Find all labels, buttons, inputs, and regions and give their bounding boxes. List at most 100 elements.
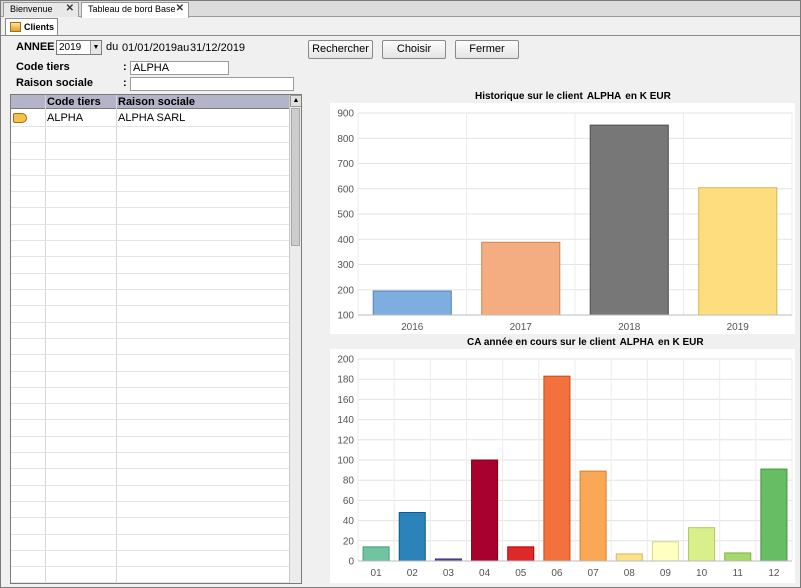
y-tick-label: 60 xyxy=(343,496,355,507)
bar-12 xyxy=(760,468,788,562)
grid-row-line xyxy=(11,550,289,551)
tab-tableau-label: Tableau de bord Base xyxy=(88,4,176,14)
date-from: 01/01/2019 xyxy=(122,42,178,54)
grid-row-line xyxy=(11,436,289,437)
x-tick-label: 12 xyxy=(768,568,780,579)
bar-06 xyxy=(543,375,571,562)
hand-pointer-icon xyxy=(13,113,27,123)
subtab-clients[interactable]: Clients xyxy=(5,18,58,36)
x-tick-label: 2016 xyxy=(401,322,424,333)
y-tick-label: 500 xyxy=(337,210,354,221)
tab-bienvenue-label: Bienvenue xyxy=(10,4,53,14)
grid-header: Code tiers Raison sociale xyxy=(11,95,289,109)
y-tick-label: 120 xyxy=(337,435,354,446)
grid-header-raison[interactable]: Raison sociale xyxy=(118,95,195,109)
y-tick-label: 0 xyxy=(348,557,354,568)
divider xyxy=(1,35,800,36)
bar-09 xyxy=(651,541,679,562)
x-tick-label: 07 xyxy=(588,568,600,579)
x-tick-label: 10 xyxy=(696,568,708,579)
y-tick-label: 200 xyxy=(337,355,354,366)
bar-2016 xyxy=(372,290,452,316)
rechercher-button[interactable]: Rechercher xyxy=(308,40,373,59)
grid-row-line xyxy=(11,387,289,388)
y-tick-label: 900 xyxy=(337,109,354,120)
annee-select[interactable]: 2019 ▼ xyxy=(56,40,102,55)
scroll-thumb[interactable] xyxy=(291,108,300,246)
bar-2018 xyxy=(589,124,669,316)
bar-2019 xyxy=(698,187,778,316)
y-tick-label: 700 xyxy=(337,159,354,170)
y-tick-label: 20 xyxy=(343,536,355,547)
bar-04 xyxy=(471,459,499,562)
grid-scrollbar[interactable]: ▲ xyxy=(289,95,301,583)
grid-row-line xyxy=(11,419,289,420)
grid-row-line xyxy=(11,305,289,306)
x-tick-label: 04 xyxy=(479,568,491,579)
x-tick-label: 06 xyxy=(551,568,563,579)
choisir-button[interactable]: Choisir xyxy=(382,40,446,59)
x-tick-label: 08 xyxy=(624,568,636,579)
x-tick-label: 2018 xyxy=(618,322,641,333)
bar-01 xyxy=(362,546,390,562)
tab-tableau-de-bord[interactable]: Tableau de bord Base ✕ xyxy=(81,2,189,18)
grid-row-line xyxy=(11,126,289,127)
grid-row-line xyxy=(11,354,289,355)
grid-row-line xyxy=(11,273,289,274)
y-tick-label: 100 xyxy=(337,311,354,322)
grid-row-line xyxy=(11,142,289,143)
chevron-down-icon[interactable]: ▼ xyxy=(90,41,101,54)
close-icon[interactable]: ✕ xyxy=(66,3,74,14)
x-tick-label: 11 xyxy=(733,568,744,579)
bar-10 xyxy=(688,527,716,562)
y-tick-label: 800 xyxy=(337,134,354,145)
bar-2017 xyxy=(481,241,561,316)
grid-row-line xyxy=(11,240,289,241)
y-tick-label: 200 xyxy=(337,285,354,296)
grid-cell-code[interactable]: ALPHA xyxy=(47,111,83,125)
chart1-title: Historique sur le client ALPHA en K EUR xyxy=(475,91,671,102)
annee-value: 2019 xyxy=(59,42,82,53)
tab-bar: Bienvenue ✕ Tableau de bord Base ✕ xyxy=(1,1,800,18)
x-tick-label: 01 xyxy=(371,568,383,579)
grid-column-line xyxy=(116,95,117,583)
chart1-title-pre: Historique sur le client xyxy=(475,91,583,102)
x-tick-label: 03 xyxy=(443,568,455,579)
raison-sociale-colon: : xyxy=(123,77,127,89)
grid-row-line xyxy=(11,501,289,502)
y-tick-label: 100 xyxy=(337,456,354,467)
grid-row-line xyxy=(11,468,289,469)
chart1-client: ALPHA xyxy=(586,91,622,102)
subtab-clients-label: Clients xyxy=(24,22,55,32)
clients-icon xyxy=(10,22,21,32)
bar-08 xyxy=(615,553,643,562)
grid-row-line xyxy=(11,191,289,192)
chart2-title-post: en K EUR xyxy=(658,337,704,348)
close-icon[interactable]: ✕ xyxy=(176,3,184,14)
chart2-panel: 0 20 40 60 80 100 120 140 160 180 200 01 02 03 04 05 06 0… xyxy=(330,349,795,583)
grid-row-line xyxy=(11,338,289,339)
grid-row-line xyxy=(11,175,289,176)
du-label: du xyxy=(106,41,119,53)
grid-row-line xyxy=(11,452,289,453)
grid-header-code[interactable]: Code tiers xyxy=(47,95,101,109)
bar-02 xyxy=(398,512,426,562)
x-tick-label: 2017 xyxy=(510,322,533,333)
chart1-panel: 100 200 300 400 500 600 700 800 900 2016 2017 2018 2… xyxy=(330,103,795,334)
raison-sociale-input[interactable] xyxy=(130,77,294,91)
grid-cell-raison[interactable]: ALPHA SARL xyxy=(118,111,185,125)
chart1-title-post: en K EUR xyxy=(625,91,671,102)
grid-row-line xyxy=(11,582,289,583)
scroll-up-icon[interactable]: ▲ xyxy=(290,95,301,107)
chart2-title-pre: CA année en cours sur le client xyxy=(467,337,616,348)
chart2-title: CA année en cours sur le client ALPHA en K… xyxy=(467,337,704,348)
tab-bienvenue[interactable]: Bienvenue ✕ xyxy=(3,2,79,17)
code-tiers-input[interactable]: ALPHA xyxy=(130,61,229,75)
date-to: 31/12/2019 xyxy=(190,42,246,54)
y-tick-label: 160 xyxy=(337,395,354,406)
raison-sociale-label: Raison sociale xyxy=(16,77,94,89)
x-tick-label: 02 xyxy=(407,568,419,579)
grid-row-line xyxy=(11,566,289,567)
fermer-button[interactable]: Fermer xyxy=(455,40,519,59)
x-tick-label: 09 xyxy=(660,568,672,579)
